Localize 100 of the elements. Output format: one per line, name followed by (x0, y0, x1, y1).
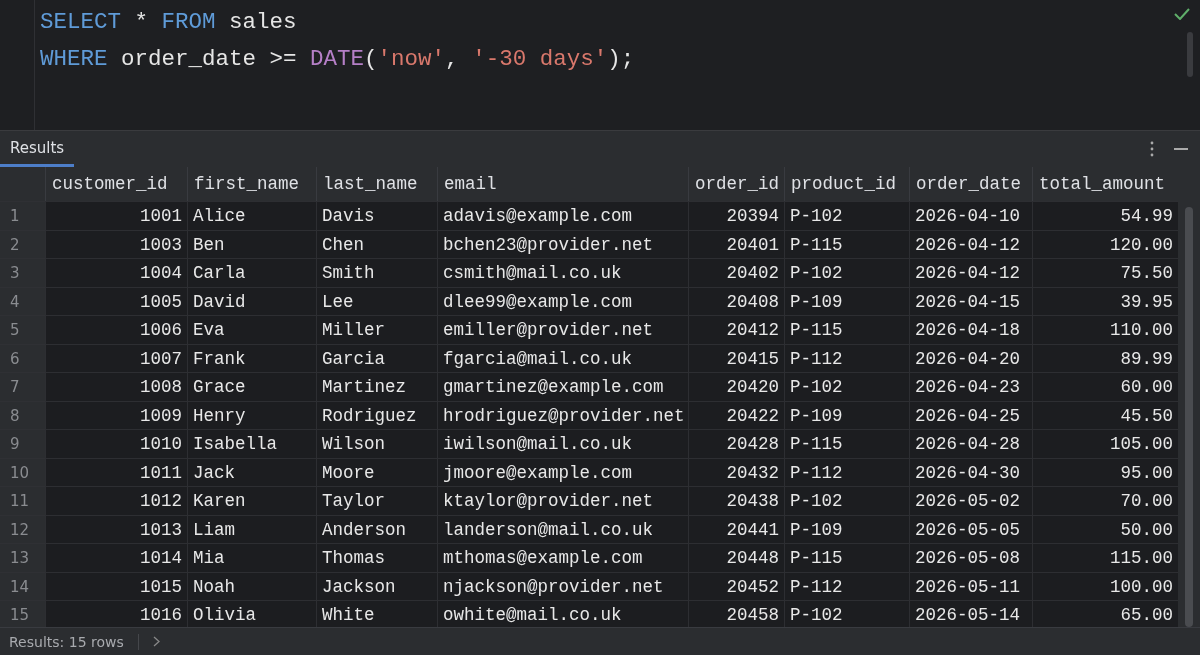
table-cell: Noah (187, 571, 316, 601)
status-text: Results: 15 rows (9, 633, 124, 650)
code-line: SELECT * FROM sales (40, 8, 298, 37)
table-cell: 2026-05-08 (909, 543, 1032, 573)
scrollbar-thumb[interactable] (1185, 207, 1193, 627)
table-cell: P-109 (784, 400, 909, 430)
table-cell: Jack (187, 457, 316, 487)
table-cell: Thomas (316, 543, 437, 573)
table-cell: Jackson (316, 571, 437, 601)
table-cell: emiller@provider.net (437, 315, 688, 345)
table-cell: Olivia (187, 600, 316, 627)
table-cell: 20441 (688, 514, 784, 544)
row-number: 7 (0, 372, 45, 402)
row-number: 3 (0, 258, 45, 288)
row-number: 4 (0, 286, 45, 316)
table-cell: 2026-04-12 (909, 258, 1032, 288)
table-cell: 1008 (45, 372, 187, 402)
table-cell: 2026-04-15 (909, 286, 1032, 316)
row-number: 12 (0, 514, 45, 544)
table-cell: 54.99 (1032, 201, 1178, 231)
table-cell: Garcia (316, 343, 437, 373)
table-cell: Wilson (316, 429, 437, 459)
table-cell: 20428 (688, 429, 784, 459)
table-cell: fgarcia@mail.co.uk (437, 343, 688, 373)
table-cell: 1011 (45, 457, 187, 487)
table-cell: Henry (187, 400, 316, 430)
code-line: WHERE order_date >= DATE('now', '-30 days'); (40, 45, 635, 74)
table-cell: Karen (187, 486, 316, 516)
table-cell: jmoore@example.com (437, 457, 688, 487)
row-number: 9 (0, 429, 45, 459)
row-number: 1 (0, 201, 45, 231)
table-cell: P-115 (784, 543, 909, 573)
table-cell: 60.00 (1032, 372, 1178, 402)
table-cell: 20452 (688, 571, 784, 601)
table-cell: P-112 (784, 457, 909, 487)
table-cell: P-109 (784, 514, 909, 544)
row-number: 15 (0, 600, 45, 627)
check-icon (1174, 8, 1190, 20)
table-cell: 2026-05-05 (909, 514, 1032, 544)
table-cell: iwilson@mail.co.uk (437, 429, 688, 459)
row-number: 2 (0, 229, 45, 259)
more-icon[interactable] (1150, 141, 1154, 157)
table-cell: dlee99@example.com (437, 286, 688, 316)
table-cell: 75.50 (1032, 258, 1178, 288)
row-number: 10 (0, 457, 45, 487)
table-cell: 1016 (45, 600, 187, 627)
table-cell: 110.00 (1032, 315, 1178, 345)
table-cell: 20432 (688, 457, 784, 487)
table-cell: mthomas@example.com (437, 543, 688, 573)
table-cell: Liam (187, 514, 316, 544)
chevron-right-icon[interactable] (152, 636, 160, 647)
table-cell: 89.99 (1032, 343, 1178, 373)
table-cell: 20420 (688, 372, 784, 402)
table-cell: Rodriguez (316, 400, 437, 430)
table-cell: 100.00 (1032, 571, 1178, 601)
table-cell: njackson@provider.net (437, 571, 688, 601)
table-cell: White (316, 600, 437, 627)
table-cell: 1003 (45, 229, 187, 259)
table-cell: P-102 (784, 372, 909, 402)
table-cell: Anderson (316, 514, 437, 544)
table-cell: csmith@mail.co.uk (437, 258, 688, 288)
table-cell: P-102 (784, 258, 909, 288)
row-number: 6 (0, 343, 45, 373)
table-cell: 70.00 (1032, 486, 1178, 516)
table-cell: 45.50 (1032, 400, 1178, 430)
table-cell: 1001 (45, 201, 187, 231)
table-cell: P-112 (784, 343, 909, 373)
table-cell: ktaylor@provider.net (437, 486, 688, 516)
table-cell: 1015 (45, 571, 187, 601)
table-cell: 2026-04-12 (909, 229, 1032, 259)
table-cell: Chen (316, 229, 437, 259)
row-number: 11 (0, 486, 45, 516)
table-cell: 20412 (688, 315, 784, 345)
table-cell: adavis@example.com (437, 201, 688, 231)
table-cell: 20422 (688, 400, 784, 430)
table-cell: Davis (316, 201, 437, 231)
scrollbar-thumb[interactable] (1187, 32, 1193, 77)
table-cell: 2026-05-11 (909, 571, 1032, 601)
table-cell: 20438 (688, 486, 784, 516)
row-number: 14 (0, 571, 45, 601)
table-cell: 2026-04-30 (909, 457, 1032, 487)
table-cell: P-112 (784, 571, 909, 601)
table-cell: 20402 (688, 258, 784, 288)
table-cell: Ben (187, 229, 316, 259)
table-cell: 2026-04-28 (909, 429, 1032, 459)
table-cell: David (187, 286, 316, 316)
table-cell: Smith (316, 258, 437, 288)
row-number: 5 (0, 315, 45, 345)
table-cell: Taylor (316, 486, 437, 516)
table-cell: 2026-04-23 (909, 372, 1032, 402)
table-cell: 2026-04-20 (909, 343, 1032, 373)
table-cell: 2026-05-02 (909, 486, 1032, 516)
table-cell: P-102 (784, 201, 909, 231)
table-cell: 1004 (45, 258, 187, 288)
table-cell: 1014 (45, 543, 187, 573)
table-cell: Mia (187, 543, 316, 573)
minimize-icon[interactable] (1174, 148, 1188, 150)
table-cell: landerson@mail.co.uk (437, 514, 688, 544)
table-cell: 2026-04-25 (909, 400, 1032, 430)
table-cell: P-115 (784, 429, 909, 459)
